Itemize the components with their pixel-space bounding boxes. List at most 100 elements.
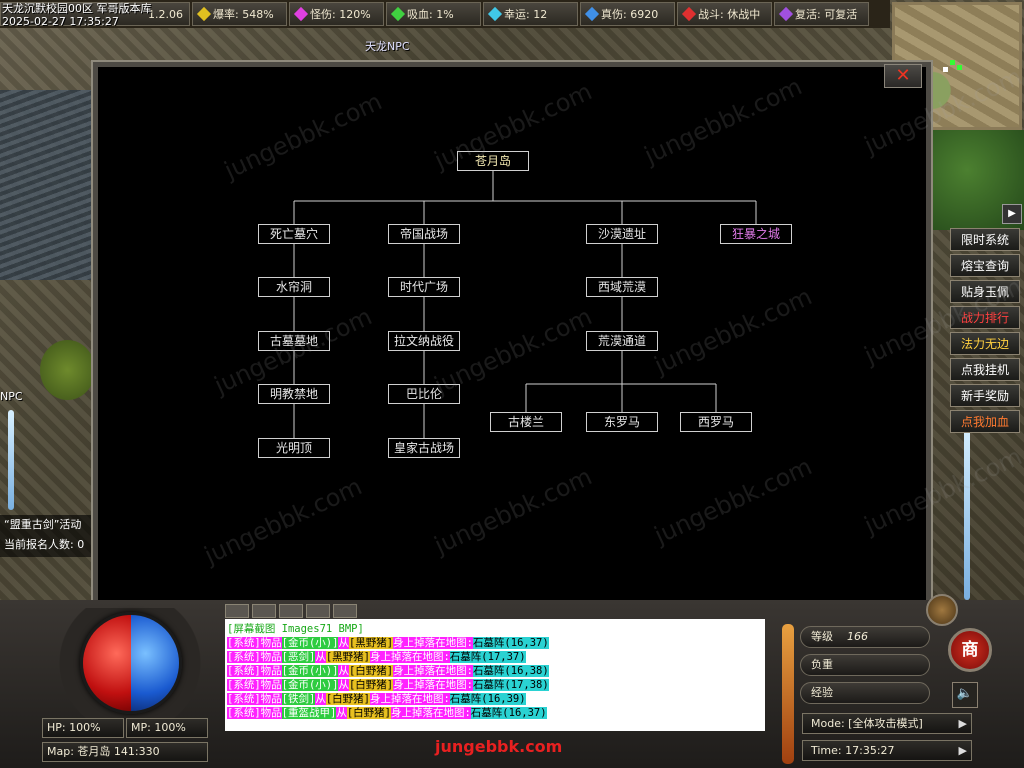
side-menu-button-6[interactable]: 新手奖励 <box>950 384 1020 407</box>
close-icon[interactable]: ✕ <box>884 64 922 88</box>
shop-button[interactable]: 商 <box>948 628 992 672</box>
bag-icon[interactable] <box>926 594 958 626</box>
chat-segment: 从 <box>315 651 326 663</box>
map-node-branch-2[interactable]: 沙漠遗址 <box>586 224 658 244</box>
map-tree-lines <box>293 171 757 438</box>
event-notice: “盟重古剑”活动 当前报名人数: 0 <box>0 515 92 557</box>
map-node-leaf-2[interactable]: 西罗马 <box>680 412 752 432</box>
chat-segment: 石墓阵(17,37) <box>449 651 526 663</box>
stat-4: 幸运: 12 <box>483 2 578 26</box>
map-node-0-3[interactable]: 光明顶 <box>258 438 330 458</box>
map-node-branch-1[interactable]: 帝国战场 <box>388 224 460 244</box>
chat-screenshot-line: [屏幕截图 Images71 BMP] <box>227 623 364 635</box>
chat-segment: [系统]物品 <box>227 707 282 719</box>
sound-icon[interactable]: 🔈 <box>952 682 978 708</box>
map-node-branch-3[interactable]: 狂暴之城 <box>720 224 792 244</box>
map-node-1-1[interactable]: 拉文纳战役 <box>388 331 460 351</box>
player-marker <box>943 67 948 72</box>
map-node-0-1[interactable]: 古墓墓地 <box>258 331 330 351</box>
weight-display: 负重 <box>800 654 930 676</box>
chat-tab[interactable] <box>306 604 330 618</box>
level-value: 166 <box>847 630 868 643</box>
side-menu-button-3[interactable]: 战力排行 <box>950 306 1020 329</box>
chat-segment: 从 <box>336 707 347 719</box>
attack-mode-selector[interactable]: Mode: [全体攻击模式] ▶ <box>802 713 972 734</box>
chat-segment: 从 <box>338 637 349 649</box>
side-menu-button-2[interactable]: 贴身玉佩 <box>950 280 1020 303</box>
side-menu-button-5[interactable]: 点我挂机 <box>950 358 1020 381</box>
chat-segment: 身上掉落在地图: <box>393 679 473 691</box>
stat-3: 吸血: 1% <box>386 2 481 26</box>
chat-tabs <box>225 604 370 618</box>
chat-line: [系统]物品[恶剑]从[黑野猪]身上掉落在地图:石墓阵(17,37) <box>227 650 765 664</box>
chat-segment: [金币(小)] <box>281 665 339 677</box>
chat-segment: 从 <box>315 693 326 705</box>
map-node-1-3[interactable]: 皇家古战场 <box>388 438 460 458</box>
side-menu-toggle-button[interactable]: ▶ <box>1002 204 1022 224</box>
map-node-leaf-0[interactable]: 古楼兰 <box>490 412 562 432</box>
bush <box>40 340 95 400</box>
chat-segment: [金币(小)] <box>281 637 339 649</box>
chat-segment: [系统]物品 <box>227 693 282 705</box>
chat-line: [系统]物品[金币(小)]从[白野猪]身上掉落在地图:石墓阵(16,38) <box>227 664 765 678</box>
hp-orb <box>83 615 131 711</box>
npc-name-label[interactable]: NPC <box>0 390 23 403</box>
chat-segment: [白野猪] <box>348 665 394 677</box>
mp-orb <box>131 615 179 711</box>
map-node-leaf-1[interactable]: 东罗马 <box>586 412 658 432</box>
side-menu-button-4[interactable]: 法力无边 <box>950 332 1020 355</box>
map-node-1-2[interactable]: 巴比伦 <box>388 384 460 404</box>
map-node-root[interactable]: 苍月岛 <box>457 151 529 171</box>
map-node-0-2[interactable]: 明教禁地 <box>258 384 330 404</box>
map-readout: Map: 苍月岛 141:330 <box>42 742 208 762</box>
window-title: 天龙沉默校园00区 军哥版本库 2025-02-27 17:35:27 <box>2 2 152 28</box>
chat-tab[interactable] <box>333 604 357 618</box>
level-label: 等级 <box>811 630 833 643</box>
map-node-2-1[interactable]: 荒漠通道 <box>586 331 658 351</box>
stat-label: 1.2.06 <box>148 7 183 21</box>
hp-mp-orb <box>80 612 182 714</box>
stat-icon <box>196 6 212 22</box>
stat-label: 怪伤: 120% <box>310 8 371 21</box>
chat-segment: [重盔战甲] <box>281 707 337 719</box>
npc-label[interactable]: 天龙NPC <box>365 38 410 54</box>
chat-tab[interactable] <box>252 604 276 618</box>
stat-icon <box>390 6 406 22</box>
chat-tab[interactable] <box>225 604 249 618</box>
chat-segment: [白野猪] <box>346 707 391 719</box>
stat-7: 复活: 可复活 <box>774 2 869 26</box>
map-node-0-0[interactable]: 水帘洞 <box>258 277 330 297</box>
map-node-branch-0[interactable]: 死亡墓穴 <box>258 224 330 244</box>
chat-segment: [黑野猪] <box>348 637 394 649</box>
event-count: 当前报名人数: 0 <box>4 538 85 551</box>
map-node-1-0[interactable]: 时代广场 <box>388 277 460 297</box>
chat-segment: [系统]物品 <box>227 665 282 677</box>
chat-segment: [铁剑] <box>281 693 316 705</box>
side-menu-button-1[interactable]: 熔宝查询 <box>950 254 1020 277</box>
chat-log[interactable]: [屏幕截图 Images71 BMP] [系统]物品[金币(小)]从[黑野猪]身… <box>225 619 765 731</box>
stat-icon <box>584 6 600 22</box>
side-menu-button-7[interactable]: 点我加血 <box>950 410 1020 433</box>
stat-1: 爆率: 548% <box>192 2 287 26</box>
chat-segment: 从 <box>338 665 349 677</box>
chat-segment: 石墓阵(16,37) <box>470 707 547 719</box>
chat-segment: 身上掉落在地图: <box>393 637 473 649</box>
stat-label: 幸运: 12 <box>504 8 548 21</box>
level-display: 等级 166 <box>800 626 930 648</box>
stat-icon <box>681 6 697 22</box>
exp-display: 经验 <box>800 682 930 704</box>
chat-line: [系统]物品[金币(小)]从[白野猪]身上掉落在地图:石墓阵(17,38) <box>227 678 765 692</box>
side-menu-button-0[interactable]: 限时系统 <box>950 228 1020 251</box>
exp-label: 经验 <box>811 686 833 699</box>
chat-segment: [金币(小)] <box>281 679 339 691</box>
chat-segment: [白野猪] <box>348 679 394 691</box>
chat-tab[interactable] <box>279 604 303 618</box>
chat-segment: 石墓阵(16,37) <box>472 637 549 649</box>
map-node-2-0[interactable]: 西域荒漠 <box>586 277 658 297</box>
stat-2: 怪伤: 120% <box>289 2 384 26</box>
chat-segment: 石墓阵(16,38) <box>472 665 549 677</box>
map-tree-dialog: 苍月岛死亡墓穴水帘洞古墓墓地明教禁地光明顶 帝国战场时代广场拉文纳战役巴比伦皇家古… <box>91 60 1024 610</box>
weight-label: 负重 <box>811 658 833 671</box>
side-menu: 限时系统熔宝查询贴身玉佩战力排行法力无边点我挂机新手奖励点我加血 <box>950 228 1020 433</box>
stat-label: 战斗: 休战中 <box>698 8 761 21</box>
